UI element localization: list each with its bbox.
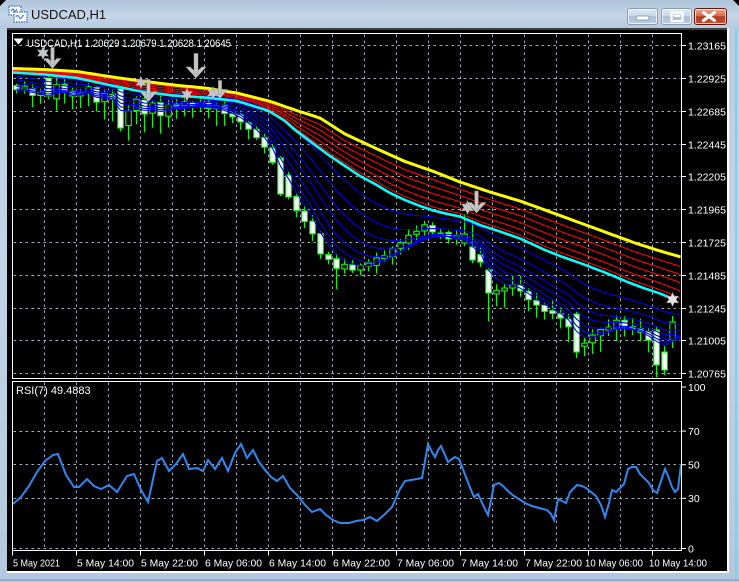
svg-text:1.22205: 1.22205 bbox=[688, 171, 726, 183]
svg-text:7 May 06:00: 7 May 06:00 bbox=[397, 558, 454, 570]
svg-text:1.20765: 1.20765 bbox=[688, 368, 726, 380]
svg-text:6 May 22:00: 6 May 22:00 bbox=[333, 558, 390, 570]
svg-text:1.21485: 1.21485 bbox=[688, 270, 726, 282]
svg-text:50: 50 bbox=[688, 460, 700, 472]
svg-text:1.22685: 1.22685 bbox=[688, 106, 726, 118]
svg-text:1.21965: 1.21965 bbox=[688, 204, 726, 216]
svg-text:70: 70 bbox=[688, 426, 700, 438]
svg-text:1.21725: 1.21725 bbox=[688, 237, 726, 249]
svg-text:6 May 14:00: 6 May 14:00 bbox=[269, 558, 326, 570]
svg-text:1.23165: 1.23165 bbox=[688, 40, 726, 52]
svg-text:6 May 06:00: 6 May 06:00 bbox=[205, 558, 262, 570]
svg-text:7 May 22:00: 7 May 22:00 bbox=[525, 558, 582, 570]
svg-text:1.21005: 1.21005 bbox=[688, 335, 726, 347]
svg-text:10 May 06:00: 10 May 06:00 bbox=[585, 558, 643, 570]
svg-text:USDCAD,H1 1.20629 1.20679 1.20: USDCAD,H1 1.20629 1.20679 1.20628 1.2064… bbox=[27, 38, 231, 50]
svg-text:5 May 2021: 5 May 2021 bbox=[13, 558, 60, 570]
svg-text:10 May 14:00: 10 May 14:00 bbox=[649, 558, 707, 570]
svg-text:0: 0 bbox=[688, 543, 694, 555]
svg-text:1.22925: 1.22925 bbox=[688, 73, 726, 85]
svg-text:100: 100 bbox=[688, 382, 706, 394]
svg-text:5 May 22:00: 5 May 22:00 bbox=[141, 558, 198, 570]
svg-text:30: 30 bbox=[688, 493, 700, 505]
svg-text:7 May 14:00: 7 May 14:00 bbox=[461, 558, 518, 570]
svg-text:1.22445: 1.22445 bbox=[688, 139, 726, 151]
svg-text:5 May 14:00: 5 May 14:00 bbox=[77, 558, 134, 570]
svg-text:RSI(7) 49.4883: RSI(7) 49.4883 bbox=[16, 385, 91, 397]
svg-text:1.21245: 1.21245 bbox=[688, 303, 726, 315]
